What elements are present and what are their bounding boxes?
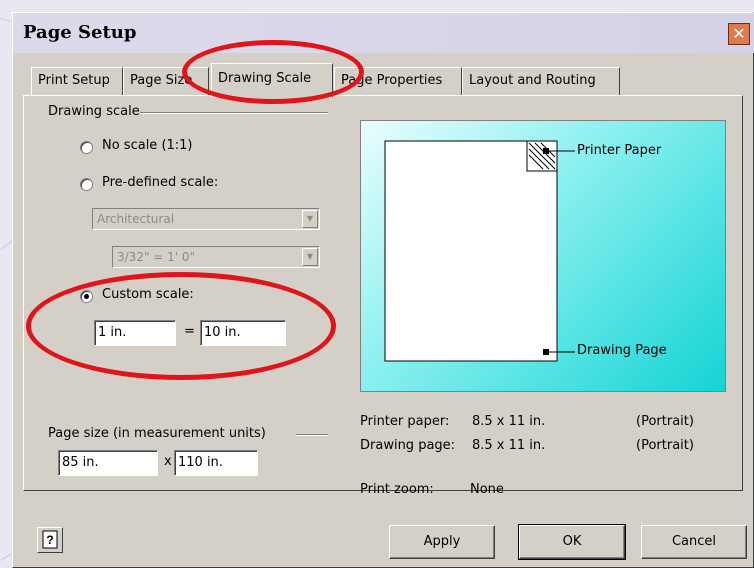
printer-paper-info-label: Printer paper: (360, 414, 450, 429)
custom-scale-label[interactable]: Custom scale: (102, 287, 194, 302)
predefined-scale-radio[interactable] (80, 178, 93, 191)
drawing-scale-panel: Drawing scale No scale (1:1) Pre-defined… (23, 95, 743, 497)
help-button[interactable]: ? (37, 527, 63, 553)
drawing-page-info-label: Drawing page: (360, 438, 456, 453)
help-icon: ? (42, 530, 58, 549)
predefined-type-select[interactable]: Architectural ▼ (92, 208, 320, 230)
cancel-button[interactable]: Cancel (641, 525, 747, 559)
tab-layout-routing[interactable]: Layout and Routing (462, 67, 620, 95)
page-width-field[interactable]: 85 in. (58, 450, 158, 476)
tab-print-setup[interactable]: Print Setup (31, 67, 123, 95)
printer-paper-orientation: (Portrait) (636, 414, 694, 429)
drawing-scale-group-label: Drawing scale (48, 104, 140, 119)
group-divider (140, 112, 328, 114)
no-scale-radio[interactable] (80, 141, 93, 154)
drawing-page-marker (543, 349, 549, 355)
group-divider (296, 434, 328, 436)
apply-button[interactable]: Apply (389, 525, 495, 559)
page-setup-dialog: Page Setup ✕ Print Setup Page Size Drawi… (12, 12, 754, 568)
drawing-page-info-value: 8.5 x 11 in. (472, 438, 546, 453)
printer-paper-info-value: 8.5 x 11 in. (472, 414, 546, 429)
preview-diagram (384, 140, 575, 362)
drawing-page-orientation: (Portrait) (636, 438, 694, 453)
title-bar[interactable]: Page Setup ✕ (13, 13, 754, 53)
print-zoom-value: None (470, 482, 504, 497)
dialog-title: Page Setup (23, 22, 137, 43)
tab-page-size[interactable]: Page Size (123, 67, 209, 95)
custom-scale-left-field[interactable]: 1 in. (94, 320, 176, 346)
scale-preview: Printer Paper Drawing Page (360, 120, 726, 392)
close-icon[interactable]: ✕ (728, 23, 750, 45)
equals-sign: = (184, 324, 195, 339)
dropdown-arrow-icon[interactable]: ▼ (302, 210, 318, 228)
drawing-page-rect (384, 140, 558, 362)
tab-page-properties[interactable]: Page Properties (334, 67, 462, 95)
predefined-scale-label[interactable]: Pre-defined scale: (102, 175, 218, 190)
predefined-type-value: Architectural (97, 212, 175, 226)
page-height-field[interactable]: 110 in. (174, 450, 258, 476)
predefined-ratio-value: 3/32" = 1' 0" (117, 250, 196, 264)
print-zoom-label: Print zoom: (360, 482, 434, 497)
no-scale-label[interactable]: No scale (1:1) (102, 138, 193, 153)
drawing-page-preview-label: Drawing Page (577, 343, 667, 358)
tab-drawing-scale[interactable]: Drawing Scale (211, 63, 333, 97)
custom-scale-radio[interactable] (80, 290, 93, 303)
printer-paper-preview-label: Printer Paper (577, 143, 662, 158)
dropdown-arrow-icon[interactable]: ▼ (302, 248, 318, 266)
ok-button[interactable]: OK (518, 524, 626, 560)
svg-text:?: ? (46, 533, 53, 547)
times-sign: x (164, 454, 172, 469)
predefined-ratio-select[interactable]: 3/32" = 1' 0" ▼ (112, 246, 320, 268)
printer-paper-marker (543, 148, 549, 154)
custom-scale-right-field[interactable]: 10 in. (200, 320, 286, 346)
page-size-group-label: Page size (in measurement units) (48, 426, 266, 441)
